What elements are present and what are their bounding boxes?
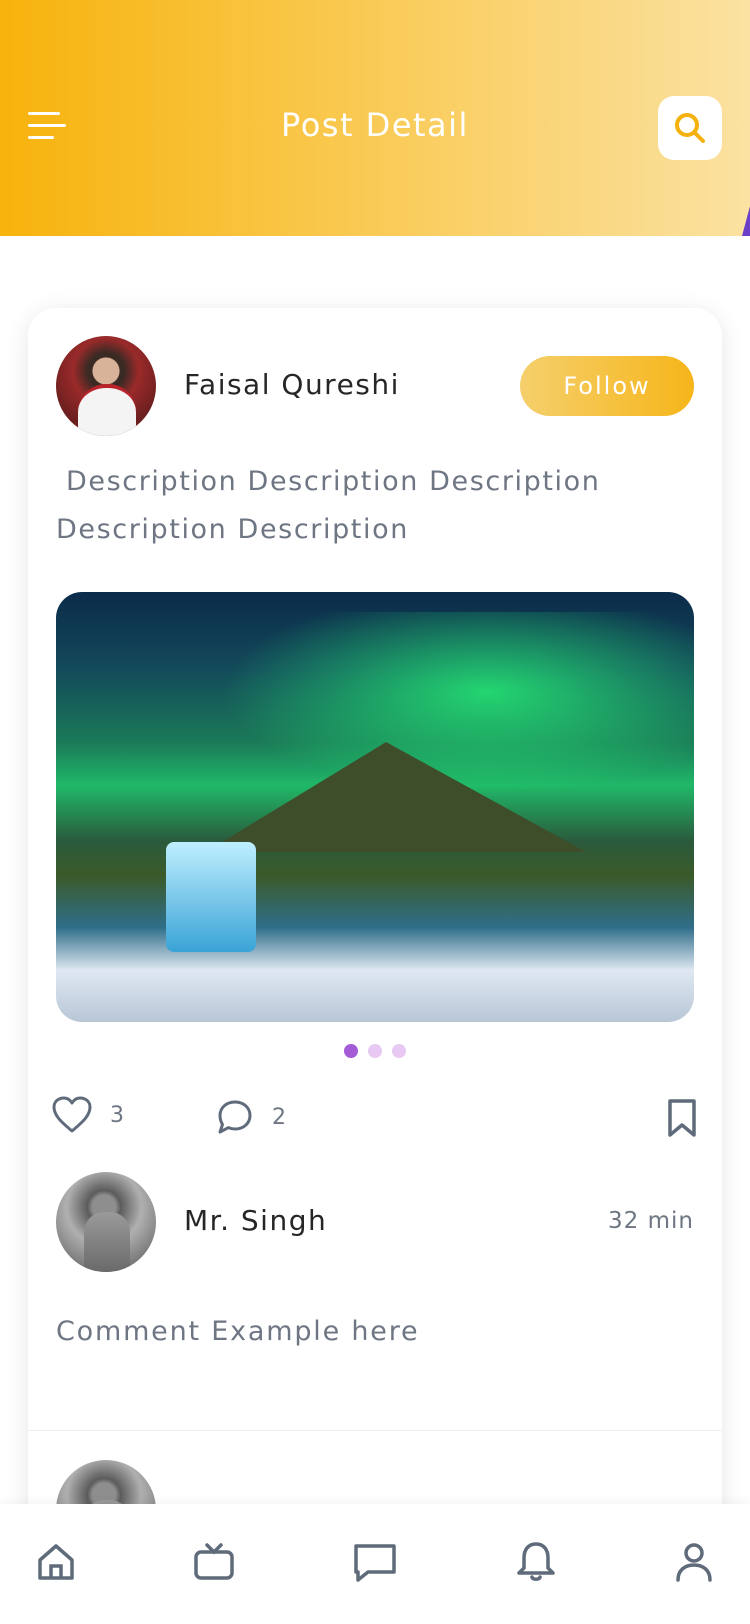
header-accent bbox=[742, 206, 750, 236]
waterfall-shape bbox=[166, 842, 256, 952]
nav-tv[interactable] bbox=[186, 1534, 242, 1590]
comment-count: 2 bbox=[272, 1104, 286, 1130]
bottom-navigation bbox=[0, 1504, 750, 1624]
post-description: Description Description Description Desc… bbox=[56, 466, 601, 545]
bookmark-button[interactable] bbox=[666, 1098, 698, 1142]
nav-home[interactable] bbox=[28, 1534, 84, 1590]
home-icon bbox=[38, 1544, 74, 1580]
header-bar: Post Detail bbox=[0, 0, 750, 236]
post-card: Faisal Qureshi Follow Description Descri… bbox=[28, 308, 722, 1624]
search-button[interactable] bbox=[658, 96, 722, 160]
follow-button[interactable]: Follow bbox=[520, 356, 694, 416]
heart-icon bbox=[52, 1096, 92, 1133]
bell-icon bbox=[517, 1542, 555, 1581]
page-title: Post Detail bbox=[281, 106, 469, 144]
bookmark-icon bbox=[668, 1099, 696, 1137]
chat-icon bbox=[354, 1544, 396, 1582]
comment-divider bbox=[28, 1430, 722, 1431]
comment-text: Comment Example here bbox=[56, 1316, 420, 1347]
comment-action[interactable]: 2 bbox=[216, 1098, 286, 1136]
carousel-dot-1[interactable] bbox=[344, 1044, 358, 1058]
commenter-avatar[interactable] bbox=[56, 1172, 156, 1272]
carousel-indicator bbox=[28, 1044, 722, 1058]
profile-icon bbox=[676, 1543, 712, 1582]
author-avatar[interactable] bbox=[56, 336, 156, 436]
like-count: 3 bbox=[110, 1102, 124, 1128]
nav-profile[interactable] bbox=[666, 1534, 722, 1590]
comment-icon bbox=[218, 1100, 252, 1134]
carousel-dot-3[interactable] bbox=[392, 1044, 406, 1058]
commenter-name[interactable]: Mr. Singh bbox=[184, 1204, 327, 1237]
nav-notifications[interactable] bbox=[508, 1534, 564, 1590]
post-image[interactable] bbox=[56, 592, 694, 1022]
tv-icon bbox=[194, 1543, 234, 1580]
author-name[interactable]: Faisal Qureshi bbox=[184, 368, 400, 401]
like-action[interactable]: 3 bbox=[52, 1096, 124, 1134]
search-icon bbox=[675, 113, 705, 143]
mountain-shape bbox=[206, 742, 586, 852]
comment-time: 32 min bbox=[608, 1208, 694, 1234]
carousel-dot-2[interactable] bbox=[368, 1044, 382, 1058]
nav-chat[interactable] bbox=[347, 1534, 403, 1590]
